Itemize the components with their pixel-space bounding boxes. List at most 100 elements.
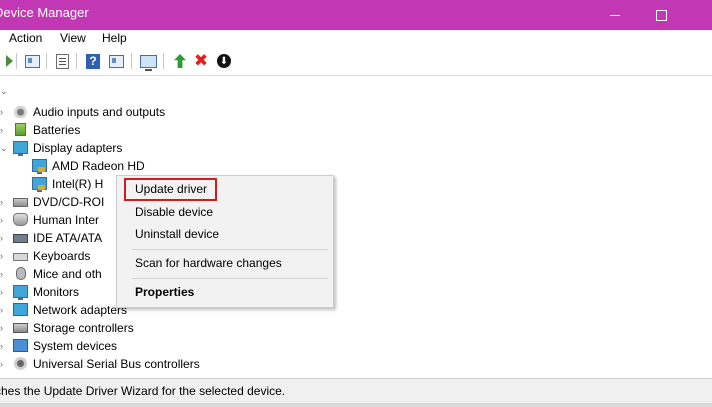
context-menu-properties[interactable]: Properties [117, 282, 333, 302]
toolbar-separator [46, 53, 47, 69]
tree-item-storage-controllers[interactable]: › Storage controllers [0, 319, 712, 337]
window-controls [592, 0, 712, 30]
tree-item-label: Mice and oth [33, 267, 102, 281]
chevron-right-icon[interactable]: › [0, 287, 7, 297]
menu-view[interactable]: View [60, 31, 86, 45]
toolbar-separator [76, 53, 77, 69]
maximize-button[interactable] [638, 0, 684, 30]
tree-item-display-adapters[interactable]: ⌄ Display adapters [0, 139, 712, 157]
forward-icon [5, 55, 13, 67]
tree-item-label: Audio inputs and outputs [33, 105, 166, 119]
context-menu-uninstall-device[interactable]: Uninstall device [117, 224, 333, 244]
tree-item-dvd-cdrom[interactable]: › DVD/CD-ROI [0, 193, 712, 211]
tree-item-label: Human Inter [33, 213, 100, 227]
menu-action[interactable]: Action [9, 31, 42, 45]
properties-icon [55, 53, 69, 69]
chevron-right-icon[interactable]: › [0, 323, 7, 333]
toolbar-separator [163, 53, 164, 69]
tree-item-label: Universal Serial Bus controllers [33, 357, 200, 371]
chevron-right-icon[interactable]: › [0, 107, 7, 117]
window-bottom-edge [0, 403, 712, 407]
tree-item-network-adapters[interactable]: › Network adapters [0, 301, 712, 319]
menu-item-label: Scan for hardware changes [135, 256, 282, 270]
update-driver-software-button[interactable] [171, 52, 189, 70]
monitor-button[interactable] [139, 52, 157, 71]
tree-item-label: Monitors [33, 285, 80, 299]
monitor-icon [13, 285, 28, 300]
display-adapter-icon [13, 141, 28, 156]
chevron-right-icon[interactable]: › [0, 305, 7, 315]
toolbar-separator [131, 53, 132, 69]
storage-controller-icon [13, 323, 28, 333]
mouse-icon [16, 267, 26, 280]
status-bar: ches the Update Driver Wizard for the se… [0, 378, 712, 403]
hid-icon [13, 213, 28, 226]
tree-item-label: System devices [33, 339, 118, 353]
chevron-right-icon[interactable]: › [0, 359, 7, 369]
chevron-right-icon[interactable]: › [0, 197, 7, 207]
uninstall-device-icon: ✖ [193, 51, 209, 70]
download-icon: ⬇ [217, 54, 231, 68]
menu-item-label: Disable device [135, 205, 214, 219]
tree-item-keyboards[interactable]: › Keyboards [0, 247, 712, 265]
enable-device-icon [174, 54, 186, 68]
help-button[interactable]: ? [84, 52, 102, 70]
tree-item-audio[interactable]: › Audio inputs and outputs [0, 103, 712, 121]
tree-item-label: AMD Radeon HD [52, 159, 145, 173]
title-bar: Device Manager [0, 0, 712, 30]
chevron-right-icon[interactable]: › [0, 251, 7, 261]
menu-separator [132, 278, 328, 279]
battery-icon [15, 123, 26, 136]
context-menu-disable-device[interactable]: Disable device [117, 202, 333, 222]
display-adapter-icon [32, 177, 47, 192]
tree-item-label: Intel(R) H [52, 177, 104, 191]
menu-bar: Action View Help [0, 30, 712, 48]
context-menu-scan-hardware[interactable]: Scan for hardware changes [117, 253, 333, 273]
tree-item-label: Keyboards [33, 249, 91, 263]
uninstall-device-button[interactable]: ✖ [192, 52, 210, 70]
maximize-icon [655, 9, 667, 21]
menu-help[interactable]: Help [102, 31, 127, 45]
tree-item-label: DVD/CD-ROI [33, 195, 105, 209]
toolbar-separator [16, 53, 17, 69]
update-driver-button[interactable]: ⬇ [215, 52, 233, 70]
tree-item-batteries[interactable]: › Batteries [0, 121, 712, 139]
tree-item-monitors[interactable]: › Monitors [0, 283, 712, 301]
chevron-right-icon[interactable]: › [0, 215, 7, 225]
monitor-icon [139, 54, 157, 71]
show-hide-console-tree-button[interactable] [23, 52, 41, 70]
ide-controller-icon [13, 234, 28, 243]
menu-item-label: Properties [135, 285, 195, 299]
chevron-down-icon[interactable]: ⌄ [0, 143, 8, 153]
tree-item-ide-ata[interactable]: › IDE ATA/ATA [0, 229, 712, 247]
minimize-button[interactable] [592, 0, 638, 30]
tree-item-label: Network adapters [33, 303, 128, 317]
tree-root[interactable]: ⌄ [0, 82, 712, 100]
tree-item-human-interface[interactable]: › Human Inter [0, 211, 712, 229]
chevron-right-icon[interactable]: › [0, 125, 7, 135]
console-tree-icon [24, 54, 40, 68]
chevron-right-icon[interactable]: › [0, 233, 7, 243]
tree-item-intel-hd[interactable]: Intel(R) H [0, 175, 712, 193]
chevron-down-icon[interactable]: ⌄ [0, 86, 8, 96]
tree-item-mice[interactable]: › Mice and oth [0, 265, 712, 283]
tree-item-label: IDE ATA/ATA [33, 231, 103, 245]
window-title: Device Manager [0, 5, 89, 20]
toolbar: ? ✖ ⬇ [0, 48, 712, 76]
chevron-right-icon[interactable]: › [0, 341, 7, 351]
help-icon: ? [86, 53, 100, 69]
menu-separator [132, 249, 328, 250]
display-icon [108, 54, 124, 68]
tree-item-system-devices[interactable]: › System devices [0, 337, 712, 355]
close-button[interactable] [684, 0, 712, 30]
minimize-icon [610, 14, 620, 16]
tree-item-usb-controllers[interactable]: › Universal Serial Bus controllers [0, 355, 712, 373]
menu-item-label: Uninstall device [135, 227, 220, 241]
tree-item-amd-radeon[interactable]: AMD Radeon HD [0, 157, 712, 175]
chevron-right-icon[interactable]: › [0, 269, 7, 279]
usb-icon [13, 357, 28, 370]
tree-item-label: Batteries [33, 123, 81, 137]
keyboard-icon [13, 253, 28, 261]
display-button[interactable] [107, 52, 125, 70]
properties-button[interactable] [53, 52, 71, 70]
